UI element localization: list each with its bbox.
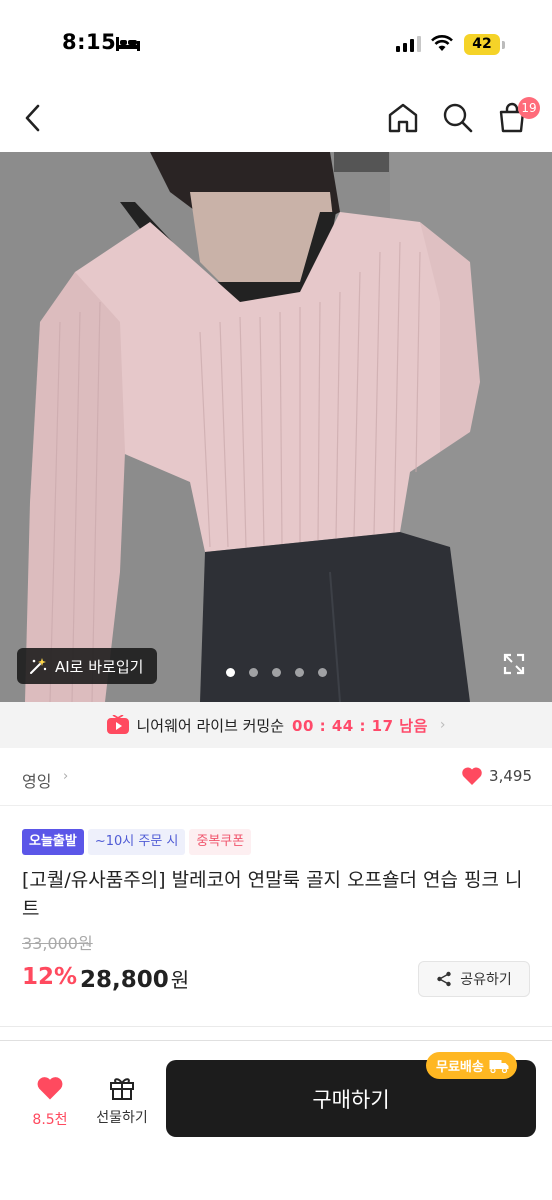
original-price: 33,000원 (22, 934, 93, 953)
sale-price-value: 28,800 (80, 967, 169, 993)
magic-wand-icon (30, 658, 47, 674)
product-image-carousel[interactable]: AI로 바로입기 (0, 152, 552, 702)
top-nav: 19 (0, 84, 552, 152)
chevron-right-icon: › (63, 769, 69, 784)
cellular-signal-icon (396, 36, 421, 52)
status-time: 8:15 (62, 30, 117, 54)
status-bar: 8:15 42 (0, 0, 552, 84)
expand-icon[interactable] (502, 652, 526, 676)
bottom-action-bar: 8.5천 선물하기 구매하기 무료배송 (0, 1041, 552, 1200)
seller-like-count: 3,495 (489, 767, 532, 785)
gift-icon (110, 1078, 134, 1100)
wishlist-count: 8.5천 (32, 1112, 68, 1128)
share-icon (437, 971, 451, 987)
battery-indicator: 42 (464, 34, 500, 55)
live-play-icon (106, 715, 129, 734)
search-icon[interactable] (440, 100, 476, 136)
divider (0, 1026, 552, 1027)
heart-icon (462, 767, 482, 785)
free-shipping-label: 무료배송 (436, 1060, 484, 1075)
live-countdown: 00 : 44 : 17 남음 (292, 716, 428, 735)
ai-try-on-label: AI로 바로입기 (55, 657, 144, 676)
share-label: 공유하기 (460, 972, 512, 988)
home-icon[interactable] (385, 100, 421, 136)
currency-unit: 원 (170, 968, 190, 992)
discount-rate: 12% (22, 964, 78, 990)
ai-try-on-button[interactable]: AI로 바로입기 (17, 648, 158, 684)
wishlist-button[interactable]: 8.5천 (20, 1075, 80, 1129)
tag-coupon: 중복쿠폰 (189, 829, 252, 855)
gift-button[interactable]: 선물하기 (88, 1073, 156, 1127)
seller-row: 영잉 › 3,495 (0, 748, 552, 806)
cart-count-badge: 19 (518, 97, 540, 119)
free-shipping-badge: 무료배송 (426, 1052, 517, 1079)
carousel-dot[interactable] (318, 668, 327, 677)
back-icon[interactable] (18, 100, 50, 136)
seller-name[interactable]: 영잉 (22, 768, 51, 792)
carousel-dot[interactable] (295, 668, 304, 677)
sleep-mode-icon (116, 37, 140, 51)
carousel-dot[interactable] (249, 668, 258, 677)
tag-today-ship: 오늘출발 (22, 829, 84, 855)
seller-likes[interactable]: 3,495 (461, 766, 532, 786)
carousel-indicator (226, 668, 327, 677)
gift-label: 선물하기 (96, 1110, 148, 1126)
truck-icon (489, 1059, 509, 1073)
product-photo (0, 152, 552, 702)
product-title: [고퀄/유사품주의] 발레코어 연말룩 골지 오프숄더 연습 핑크 니트 (22, 869, 523, 920)
share-button[interactable]: 공유하기 (418, 961, 530, 997)
live-text: 니어웨어 라이브 커밍순 (136, 716, 285, 735)
heart-icon (37, 1077, 63, 1100)
battery-tip (502, 41, 505, 49)
chevron-right-icon: › (439, 717, 446, 733)
wifi-icon (431, 35, 453, 51)
sale-price: 28,800 원 (80, 964, 189, 993)
tag-order-deadline: ~10시 주문 시 (87, 829, 186, 855)
product-tags: 오늘출발 ~10시 주문 시 중복쿠폰 (22, 829, 252, 855)
carousel-dot[interactable] (272, 668, 281, 677)
carousel-dot[interactable] (226, 668, 235, 677)
live-banner[interactable]: 니어웨어 라이브 커밍순 00 : 44 : 17 남음 › (0, 702, 552, 748)
